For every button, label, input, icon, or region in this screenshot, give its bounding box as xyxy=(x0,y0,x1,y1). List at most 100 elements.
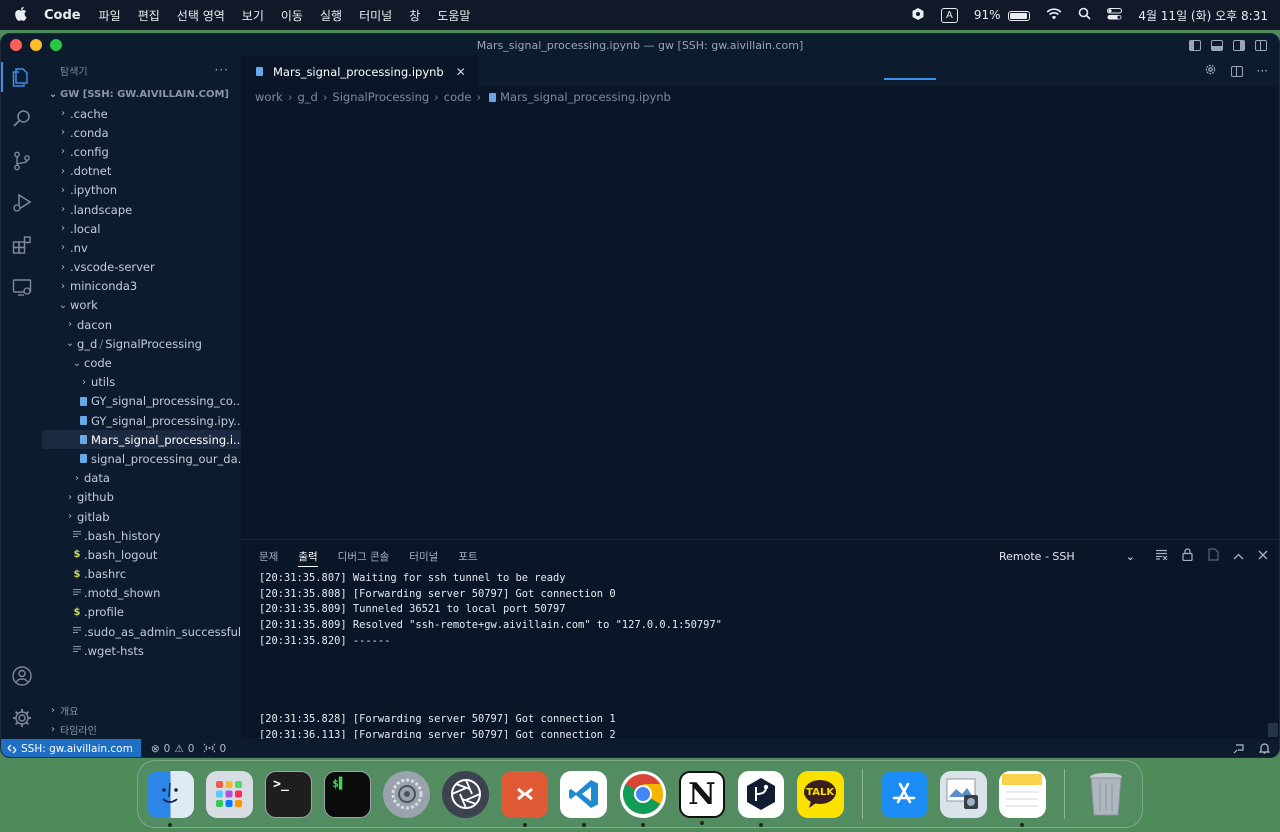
tree-file[interactable]: $ .bash_logout xyxy=(42,545,241,564)
apple-menu-icon[interactable] xyxy=(12,6,28,25)
output-channel-select[interactable]: Remote - SSH ⌄ xyxy=(999,550,1135,563)
tree-file[interactable]: $ .profile xyxy=(42,603,241,622)
more-editor-actions-icon[interactable]: ··· xyxy=(1257,64,1268,78)
tree-file[interactable]: $ .bashrc xyxy=(42,565,241,584)
menu-terminal[interactable]: 터미널 xyxy=(359,7,392,24)
breadcrumb-item[interactable]: Mars_signal_processing.ipynb xyxy=(500,90,671,104)
source-control-icon[interactable] xyxy=(1,140,42,182)
feedback-icon[interactable] xyxy=(1233,742,1245,757)
run-and-debug-icon[interactable] xyxy=(1,182,42,224)
tree-folder[interactable]: ⌄ code xyxy=(42,353,241,372)
battery-status[interactable]: 91% xyxy=(974,8,1031,22)
dock-remote-desktop-icon[interactable] xyxy=(501,770,549,827)
menu-run[interactable]: 실행 xyxy=(320,7,342,24)
explorer-icon[interactable] xyxy=(1,56,42,98)
remote-indicator[interactable]: SSH: gw.aivillain.com xyxy=(1,739,141,757)
tree-folder[interactable]: › .dotnet xyxy=(42,162,241,181)
menu-window[interactable]: 창 xyxy=(409,7,420,24)
dock-finder-icon[interactable] xyxy=(147,770,194,827)
close-panel-icon[interactable] xyxy=(1258,550,1268,563)
dock-source-control-icon[interactable] xyxy=(737,770,785,827)
search-icon[interactable] xyxy=(1,98,42,140)
tab-ports[interactable]: 포트 xyxy=(458,540,477,572)
extensions-icon[interactable] xyxy=(1,224,42,266)
close-tab-icon[interactable]: ✕ xyxy=(456,65,466,79)
tab-debug-console[interactable]: 디버그 콘솔 xyxy=(338,540,390,572)
tab-problems[interactable]: 문제 xyxy=(259,540,278,572)
tab-output[interactable]: 출력 xyxy=(298,540,318,572)
dock-preview-icon[interactable] xyxy=(939,770,987,818)
manage-gear-icon[interactable] xyxy=(1,697,42,739)
toggle-primary-sidebar-icon[interactable] xyxy=(1189,39,1201,51)
dock-iterm-icon[interactable]: $▌ xyxy=(324,770,371,818)
menu-file[interactable]: 파일 xyxy=(99,7,121,24)
tab-terminal[interactable]: 터미널 xyxy=(409,540,438,572)
accounts-icon[interactable] xyxy=(1,655,42,697)
tree-folder[interactable]: › .conda xyxy=(42,123,241,142)
tree-folder[interactable]: › .nv xyxy=(42,238,241,257)
input-source-indicator[interactable]: A xyxy=(940,7,958,23)
tree-folder[interactable]: › .vscode-server xyxy=(42,258,241,277)
menu-edit[interactable]: 편집 xyxy=(138,7,160,24)
minimize-window-button[interactable] xyxy=(30,39,42,51)
toggle-panel-icon[interactable] xyxy=(1211,39,1223,51)
timeline-section[interactable]: › 타임라인 xyxy=(42,720,241,739)
dock-app-store-icon[interactable] xyxy=(880,770,928,818)
notifications-bell-icon[interactable] xyxy=(1258,742,1271,757)
output-log[interactable]: [20:31:35.807] Waiting for ssh tunnel to… xyxy=(241,572,1279,745)
tree-folder[interactable]: › data xyxy=(42,469,241,488)
dock-chrome-icon[interactable] xyxy=(619,770,667,827)
outline-section[interactable]: › 개요 xyxy=(42,701,241,720)
menu-selection[interactable]: 선택 영역 xyxy=(177,7,225,24)
menubar-app-name[interactable]: Code xyxy=(44,8,81,23)
tree-folder[interactable]: › utils xyxy=(42,373,241,392)
breadcrumb-item[interactable]: SignalProcessing xyxy=(332,90,429,104)
problems-status[interactable]: ⊗ 0 ⚠ 0 xyxy=(151,743,195,755)
tree-file[interactable]: .sudo_as_admin_successful xyxy=(42,622,241,641)
tree-folder[interactable]: › miniconda3 xyxy=(42,277,241,296)
menu-help[interactable]: 도움말 xyxy=(437,7,470,24)
close-window-button[interactable] xyxy=(10,39,22,51)
tree-file[interactable]: GY_signal_processing.ipy... xyxy=(42,411,241,430)
output-scrollbar-thumb[interactable] xyxy=(1268,723,1278,737)
tree-file[interactable]: .bash_history xyxy=(42,526,241,545)
dock-kakaotalk-icon[interactable]: TALK xyxy=(796,770,844,818)
zoom-window-button[interactable] xyxy=(50,39,62,51)
dock-notion-icon[interactable]: N xyxy=(678,770,726,825)
ports-status[interactable]: 0 xyxy=(202,743,226,756)
menubar-clock[interactable]: 4월 11일 (화) 오후 8:31 xyxy=(1138,7,1268,24)
menu-view[interactable]: 보기 xyxy=(242,7,264,24)
wifi-icon[interactable] xyxy=(1046,7,1062,23)
remote-explorer-icon[interactable] xyxy=(1,266,42,308)
toggle-secondary-sidebar-icon[interactable] xyxy=(1233,39,1245,51)
tree-folder[interactable]: › .ipython xyxy=(42,181,241,200)
tree-folder[interactable]: › .cache xyxy=(42,104,241,123)
workspace-root[interactable]: ⌄ GW [SSH: GW.AIVILLAIN.COM] xyxy=(42,84,241,104)
tree-file[interactable]: signal_processing_our_da... xyxy=(42,449,241,468)
breadcrumb-item[interactable]: code xyxy=(444,90,472,104)
tab-mars-notebook[interactable]: Mars_signal_processing.ipynb ✕ xyxy=(241,56,478,86)
tree-folder[interactable]: ⌄ g_d / SignalProcessing xyxy=(42,334,241,353)
spotlight-search-icon[interactable] xyxy=(1078,7,1091,23)
dock-notes-icon[interactable] xyxy=(998,770,1046,827)
tree-file[interactable]: .motd_shown xyxy=(42,584,241,603)
tree-folder[interactable]: ⌄ work xyxy=(42,296,241,315)
breadcrumb-item[interactable]: g_d xyxy=(297,90,317,104)
breadcrumb-item[interactable]: work xyxy=(255,90,283,104)
dock-system-settings-icon[interactable] xyxy=(383,770,431,818)
notebook-settings-gear-icon[interactable] xyxy=(1204,63,1217,79)
dock-vscode-icon[interactable] xyxy=(560,770,608,827)
split-editor-icon[interactable] xyxy=(1230,65,1243,77)
dock-trash-icon[interactable] xyxy=(1083,771,1130,818)
lock-scroll-icon[interactable] xyxy=(1182,548,1193,564)
dock-aperture-icon[interactable] xyxy=(442,770,490,818)
tree-file[interactable]: .wget-hsts xyxy=(42,641,241,660)
tree-folder[interactable]: › github xyxy=(42,488,241,507)
menu-go[interactable]: 이동 xyxy=(281,7,303,24)
dock-launchpad-icon[interactable] xyxy=(206,770,253,818)
control-center-icon[interactable] xyxy=(1107,7,1123,23)
tree-folder[interactable]: › dacon xyxy=(42,315,241,334)
maximize-panel-icon[interactable] xyxy=(1233,550,1244,563)
tree-folder[interactable]: › gitlab xyxy=(42,507,241,526)
clear-output-icon[interactable] xyxy=(1155,549,1168,563)
